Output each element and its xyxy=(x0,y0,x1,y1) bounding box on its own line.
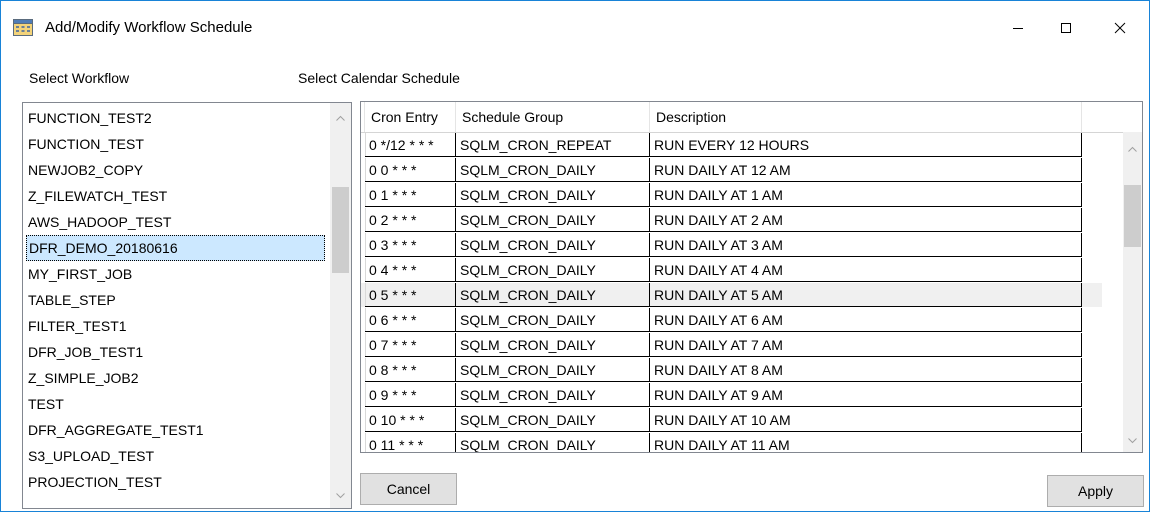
schedule-grid[interactable]: Cron Entry Schedule Group Description 0 … xyxy=(360,101,1143,453)
workflow-list-item[interactable]: S3_UPLOAD_TEST xyxy=(28,443,154,469)
schedule-group-cell[interactable]: SQLM_CRON_DAILY xyxy=(456,158,650,182)
workflow-list-item[interactable]: DFR_AGGREGATE_TEST1 xyxy=(28,417,204,443)
workflow-list-item[interactable]: TABLE_STEP xyxy=(28,287,116,313)
cron-entry-cell[interactable]: 0 2 * * * xyxy=(365,208,456,232)
table-row[interactable]: 0 */12 * * * SQLM_CRON_REPEAT RUN EVERY 12… xyxy=(361,133,1102,157)
column-header-cron-entry[interactable]: Cron Entry xyxy=(365,102,456,132)
cron-entry-cell[interactable]: 0 9 * * * xyxy=(365,383,456,407)
description-cell[interactable]: RUN DAILY AT 4 AM xyxy=(650,258,1082,282)
cron-entry-cell[interactable]: 0 1 * * * xyxy=(365,183,456,207)
table-row[interactable]: 0 7 * * * SQLM_CRON_DAILY RUN DAILY AT 7 A… xyxy=(361,333,1102,357)
table-row[interactable]: 0 0 * * * SQLM_CRON_DAILY RUN DAILY AT 12 … xyxy=(361,158,1102,182)
schedule-group-cell[interactable]: SQLM_CRON_DAILY xyxy=(456,358,650,382)
cron-entry-cell[interactable]: 0 7 * * * xyxy=(365,333,456,357)
workflow-list-item[interactable]: DFR_DEMO_20180616 xyxy=(26,235,325,261)
schedule-group-cell[interactable]: SQLM_CRON_DAILY xyxy=(456,208,650,232)
table-row[interactable]: 0 1 * * * SQLM_CRON_DAILY RUN DAILY AT 1 A… xyxy=(361,183,1102,207)
schedule-group-cell[interactable]: SQLM_CRON_DAILY xyxy=(456,333,650,357)
cron-entry-cell[interactable]: 0 11 * * * xyxy=(365,433,456,452)
workflow-list-item[interactable]: MY_FIRST_JOB xyxy=(28,261,132,287)
workflow-list-item[interactable]: FUNCTION_TEST2 xyxy=(28,105,152,131)
schedule-group-cell[interactable]: SQLM_CRON_DAILY xyxy=(456,233,650,257)
apply-button[interactable]: Apply xyxy=(1047,475,1144,507)
grid-scrollbar[interactable] xyxy=(1123,132,1142,452)
workflow-schedule-dialog: Add/Modify Workflow Schedule Select Work… xyxy=(0,0,1150,512)
column-header-schedule-group[interactable]: Schedule Group xyxy=(456,102,650,132)
workflow-list[interactable]: FUNCTION_TEST2 FUNCTION_TEST NEWJOB2_COPY Z… xyxy=(22,102,352,509)
schedule-group-cell[interactable]: SQLM_CRON_REPEAT xyxy=(456,133,650,157)
cron-entry-cell[interactable]: 0 0 * * * xyxy=(365,158,456,182)
workflow-list-item[interactable]: FUNCTION_TEST xyxy=(28,131,144,157)
workflow-list-item[interactable]: TEST xyxy=(28,391,64,417)
select-workflow-label: Select Workflow xyxy=(29,70,130,86)
description-cell[interactable]: RUN DAILY AT 5 AM xyxy=(650,283,1082,307)
description-cell[interactable]: RUN DAILY AT 11 AM xyxy=(650,433,1082,452)
schedule-group-cell[interactable]: SQLM_CRON_DAILY xyxy=(456,408,650,432)
schedule-group-cell[interactable]: SQLM_CRON_DAILY xyxy=(456,258,650,282)
schedule-group-cell[interactable]: SQLM_CRON_DAILY xyxy=(456,283,650,307)
workflow-list-item[interactable]: Z_FILEWATCH_TEST xyxy=(28,183,167,209)
column-header-description[interactable]: Description xyxy=(650,102,1082,132)
schedule-group-cell[interactable]: SQLM_CRON_DAILY xyxy=(456,433,650,452)
description-cell[interactable]: RUN DAILY AT 9 AM xyxy=(650,383,1082,407)
workflow-list-item[interactable]: DFR_JOB_TEST1 xyxy=(28,339,143,365)
grid-scroll-thumb[interactable] xyxy=(1124,185,1141,247)
workflow-list-item[interactable]: NEWJOB2_COPY xyxy=(28,157,143,183)
workflow-list-item[interactable]: Z_SIMPLE_JOB2 xyxy=(28,365,139,391)
table-row[interactable]: 0 8 * * * SQLM_CRON_DAILY RUN DAILY AT 8 A… xyxy=(361,358,1102,382)
description-cell[interactable]: RUN DAILY AT 10 AM xyxy=(650,408,1082,432)
description-cell[interactable]: RUN DAILY AT 12 AM xyxy=(650,158,1082,182)
chevron-down-icon[interactable] xyxy=(1122,432,1142,449)
window-title: Add/Modify Workflow Schedule xyxy=(45,19,253,36)
cancel-button[interactable]: Cancel xyxy=(360,473,457,505)
table-row[interactable]: 0 4 * * * SQLM_CRON_DAILY RUN DAILY AT 4 A… xyxy=(361,258,1102,282)
table-row[interactable]: 0 11 * * * SQLM_CRON_DAILY RUN DAILY AT 11… xyxy=(361,433,1102,452)
description-cell[interactable]: RUN DAILY AT 1 AM xyxy=(650,183,1082,207)
schedule-group-cell[interactable]: SQLM_CRON_DAILY xyxy=(456,308,650,332)
table-row[interactable]: 0 3 * * * SQLM_CRON_DAILY RUN DAILY AT 3 A… xyxy=(361,233,1102,257)
title-bar[interactable]: Add/Modify Workflow Schedule xyxy=(1,1,1149,53)
calendar-icon xyxy=(13,19,33,36)
table-row[interactable]: 0 9 * * * SQLM_CRON_DAILY RUN DAILY AT 9 A… xyxy=(361,383,1102,407)
close-button[interactable] xyxy=(1097,5,1143,51)
description-cell[interactable]: RUN DAILY AT 6 AM xyxy=(650,308,1082,332)
description-cell[interactable]: RUN DAILY AT 3 AM xyxy=(650,233,1082,257)
workflow-list-item[interactable]: PROJECTION_TEST xyxy=(28,469,162,495)
chevron-up-icon[interactable] xyxy=(330,109,351,126)
select-calendar-label: Select Calendar Schedule xyxy=(298,70,460,86)
schedule-group-cell[interactable]: SQLM_CRON_DAILY xyxy=(456,183,650,207)
description-cell[interactable]: RUN DAILY AT 8 AM xyxy=(650,358,1082,382)
cron-entry-cell[interactable]: 0 8 * * * xyxy=(365,358,456,382)
cron-entry-cell[interactable]: 0 6 * * * xyxy=(365,308,456,332)
cron-entry-cell[interactable]: 0 4 * * * xyxy=(365,258,456,282)
workflow-list-scrollbar[interactable] xyxy=(330,103,351,508)
maximize-icon xyxy=(1061,23,1071,33)
workflow-list-item[interactable]: AWS_HADOOP_TEST xyxy=(28,209,171,235)
cron-entry-cell[interactable]: 0 5 * * * xyxy=(365,283,456,307)
minimize-button[interactable] xyxy=(995,5,1041,51)
cron-entry-cell[interactable]: 0 */12 * * * xyxy=(365,133,456,157)
close-icon xyxy=(1114,22,1126,34)
cron-entry-cell[interactable]: 0 10 * * * xyxy=(365,408,456,432)
table-row[interactable]: 0 2 * * * SQLM_CRON_DAILY RUN DAILY AT 2 A… xyxy=(361,208,1102,232)
minimize-icon xyxy=(1013,28,1023,29)
maximize-button[interactable] xyxy=(1043,5,1089,51)
description-cell[interactable]: RUN EVERY 12 HOURS xyxy=(650,133,1082,157)
schedule-group-cell[interactable]: SQLM_CRON_DAILY xyxy=(456,383,650,407)
chevron-down-icon[interactable] xyxy=(330,487,351,504)
table-row[interactable]: 0 5 * * * SQLM_CRON_DAILY RUN DAILY AT 5 A… xyxy=(361,283,1102,307)
chevron-up-icon[interactable] xyxy=(1122,140,1142,157)
description-cell[interactable]: RUN DAILY AT 2 AM xyxy=(650,208,1082,232)
table-row[interactable]: 0 10 * * * SQLM_CRON_DAILY RUN DAILY AT 10… xyxy=(361,408,1102,432)
grid-header: Cron Entry Schedule Group Description xyxy=(361,102,1124,133)
table-row[interactable]: 0 6 * * * SQLM_CRON_DAILY RUN DAILY AT 6 A… xyxy=(361,308,1102,332)
cron-entry-cell[interactable]: 0 3 * * * xyxy=(365,233,456,257)
workflow-list-item[interactable]: FILTER_TEST1 xyxy=(28,313,127,339)
workflow-list-scroll-thumb[interactable] xyxy=(332,187,349,273)
description-cell[interactable]: RUN DAILY AT 7 AM xyxy=(650,333,1082,357)
